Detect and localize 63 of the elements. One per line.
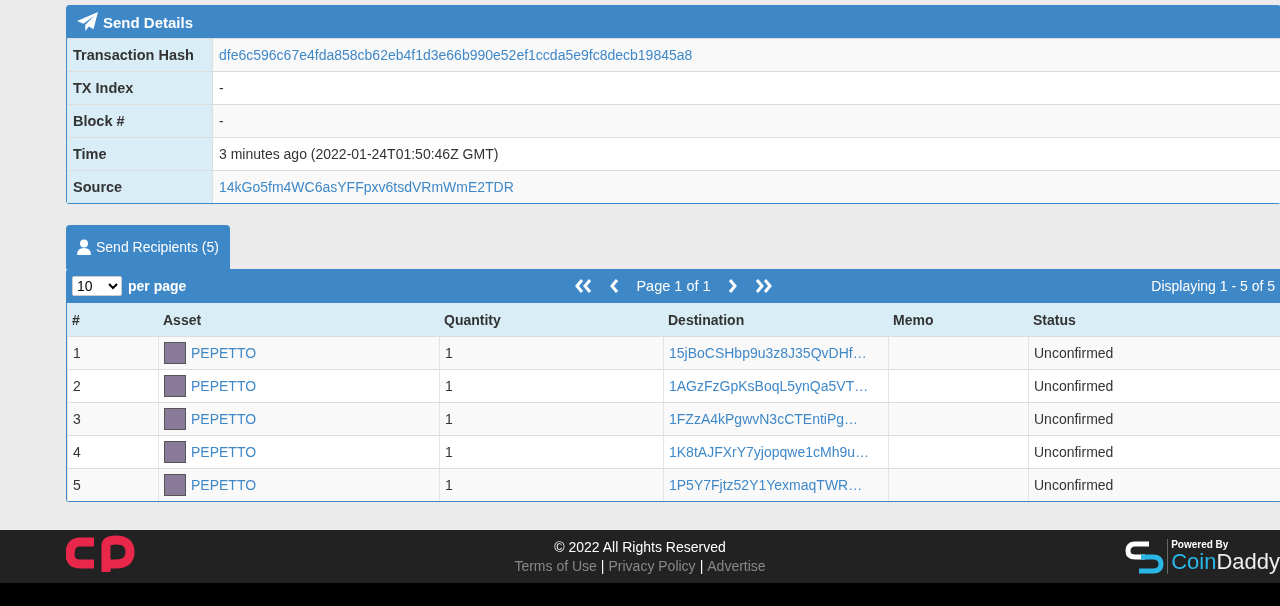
asset-link[interactable]: PEPETTO — [191, 411, 257, 427]
asset-link[interactable]: PEPETTO — [191, 345, 257, 361]
table-cell: 1 — [439, 435, 663, 468]
table-cell: 1 — [439, 369, 663, 402]
detail-value: - — [219, 80, 224, 96]
detail-label: TX Index — [67, 72, 213, 104]
table-cell: 1 — [439, 336, 663, 369]
table-cell: Unconfirmed — [1028, 369, 1280, 402]
table-cell: 1 — [439, 468, 663, 501]
table-cell: Unconfirmed — [1028, 336, 1280, 369]
brand-name: CoinDaddy — [1171, 550, 1280, 574]
asset-thumbnail — [164, 441, 186, 463]
chevron-left-icon — [609, 278, 621, 294]
detail-link[interactable]: dfe6c596c67e4fda858cb62eb4f1d3e66b990e52ef1ccda5e9fc8decb19845a8 — [219, 47, 693, 63]
link-separator: | — [600, 558, 605, 574]
displaying-count: Displaying 1 - 5 of 5 — [1151, 278, 1275, 294]
detail-label: Block # — [67, 105, 213, 137]
chevron-right-icon — [726, 278, 738, 294]
column-header: Asset — [158, 303, 439, 336]
footer-link[interactable]: Privacy Policy — [608, 558, 696, 574]
table-cell: Unconfirmed — [1028, 468, 1280, 501]
recipients-tab[interactable]: Send Recipients (5) — [66, 225, 230, 269]
asset-link[interactable]: PEPETTO — [191, 477, 257, 493]
column-header: Status — [1028, 303, 1280, 336]
table-cell: 2 — [67, 369, 158, 402]
table-cell: 1 — [439, 402, 663, 435]
detail-value: 3 minutes ago (2022-01-24T01:50:46Z GMT) — [219, 146, 499, 162]
user-icon — [77, 239, 91, 255]
destination-link[interactable]: 1AGzFzGpKsBoqL5ynQa5VT… — [669, 378, 869, 394]
detail-value: - — [219, 113, 224, 129]
table-cell: 5 — [67, 468, 158, 501]
asset-thumbnail — [164, 474, 186, 496]
detail-label: Source — [67, 171, 213, 203]
asset-link[interactable]: PEPETTO — [191, 444, 257, 460]
asset-thumbnail — [164, 342, 186, 364]
double-chevron-left-icon — [574, 278, 594, 294]
asset-link[interactable]: PEPETTO — [191, 378, 257, 394]
per-page-select[interactable]: 10 — [72, 276, 122, 296]
page-indicator: Page 1 of 1 — [635, 278, 712, 294]
link-separator: | — [699, 558, 704, 574]
table-cell: 3 — [67, 402, 158, 435]
table-cell: 4 — [67, 435, 158, 468]
table-cell: Unconfirmed — [1028, 435, 1280, 468]
panel-title: Send Details — [103, 13, 194, 31]
column-header: Destination — [663, 303, 888, 336]
destination-link[interactable]: 1K8tAJFXrY7yjopqwe1cMh9u… — [669, 444, 869, 460]
detail-link[interactable]: 14kGo5fm4WC6asYFFpxv6tsdVRmWmE2TDR — [219, 179, 514, 195]
asset-thumbnail — [164, 375, 186, 397]
detail-label: Transaction Hash — [67, 39, 213, 71]
per-page-label: per page — [128, 278, 187, 294]
footer-link[interactable]: Advertise — [707, 558, 766, 574]
copyright-text: © 2022 All Rights Reserved — [553, 539, 727, 555]
asset-thumbnail — [164, 408, 186, 430]
table-cell: 1 — [67, 336, 158, 369]
column-header: Quantity — [439, 303, 663, 336]
footer-link[interactable]: Terms of Use — [514, 558, 597, 574]
column-header: # — [67, 303, 158, 336]
column-header: Memo — [888, 303, 1028, 336]
double-chevron-right-icon — [753, 278, 773, 294]
table-cell: Unconfirmed — [1028, 402, 1280, 435]
powered-by-text: Powered By — [1171, 539, 1230, 550]
detail-label: Time — [67, 138, 213, 170]
paper-plane-icon — [77, 12, 99, 32]
